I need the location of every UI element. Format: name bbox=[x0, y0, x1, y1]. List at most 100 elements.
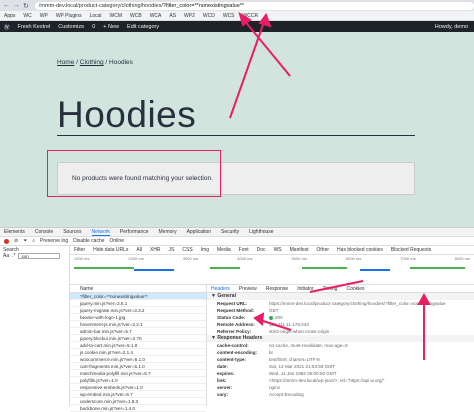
request-row[interactable]: woocommerce.min.js?ver=5.1.0 bbox=[70, 356, 206, 363]
wp-admin-bar: Ⓦ Fresh Kestrel Customize 0 + New Edit c… bbox=[0, 21, 474, 32]
detail-tab[interactable]: Preview bbox=[239, 285, 257, 292]
header-value: https://mmm-dev.local/product-category/c… bbox=[269, 300, 446, 307]
bookmark-item[interactable]: WCB bbox=[130, 13, 142, 19]
address-bar[interactable]: /mmm-dev.local/product-category/clothing… bbox=[34, 1, 474, 10]
filter-option[interactable]: Doc bbox=[257, 247, 266, 253]
detail-tab[interactable]: Response bbox=[266, 285, 289, 292]
request-row[interactable]: responsive-embeds.js?ver=1.0 bbox=[70, 384, 206, 391]
regex-toggle[interactable]: .* bbox=[12, 253, 15, 259]
clear-icon[interactable]: ⊘ bbox=[14, 238, 18, 244]
response-headers-section[interactable]: ▼ Response Headers bbox=[207, 335, 474, 342]
detail-tab[interactable]: Headers bbox=[211, 285, 230, 292]
preserve-log-checkbox[interactable]: Preserve log bbox=[40, 238, 68, 244]
header-key: content-encoding: bbox=[217, 350, 258, 355]
timeline-tick: 7000 ms bbox=[400, 256, 416, 261]
disable-cache-checkbox[interactable]: Disable cache bbox=[73, 238, 104, 244]
filter-option[interactable]: Filter bbox=[74, 247, 85, 253]
header-key: Referrer Policy: bbox=[217, 329, 252, 334]
request-row[interactable]: matchmedia-polyfill.min.js?ver=5.7 bbox=[70, 370, 206, 377]
request-row[interactable]: jquery.min.js?ver=3.5.1 bbox=[70, 300, 206, 307]
bookmark-item[interactable]: WCCR bbox=[243, 13, 259, 19]
devtools-tab[interactable]: Network bbox=[91, 229, 110, 236]
back-icon[interactable]: ← bbox=[3, 2, 10, 10]
devtools-tab[interactable]: Console bbox=[35, 229, 53, 235]
filter-option[interactable]: CSS bbox=[182, 247, 192, 253]
bookmark-item[interactable]: WCM bbox=[110, 13, 123, 19]
request-row[interactable]: backbone.min.js?ver=1.4.0 bbox=[70, 405, 206, 412]
bookmark-item[interactable]: AS bbox=[169, 13, 176, 19]
filter-option[interactable]: Blocked Requests bbox=[391, 247, 431, 253]
request-row[interactable]: add-to-cart.min.js?ver=5.1.0 bbox=[70, 342, 206, 349]
bookmark-item[interactable]: WP Plugins bbox=[56, 13, 82, 19]
header-value: nginx bbox=[269, 384, 280, 391]
header-value-text: Accept-Encoding bbox=[269, 392, 304, 397]
filter-option[interactable]: XHR bbox=[150, 247, 161, 253]
request-row[interactable]: jquery.blockui.min.js?ver=2.70 bbox=[70, 335, 206, 342]
comments-count[interactable]: 0 bbox=[92, 24, 95, 30]
general-section-header[interactable]: ▼ General bbox=[207, 293, 474, 300]
detail-tab[interactable]: Timing bbox=[323, 285, 338, 292]
header-key: Request URL: bbox=[217, 301, 248, 306]
edit-category-link[interactable]: Edit category bbox=[127, 24, 159, 30]
bookmark-item[interactable]: WCS bbox=[223, 13, 235, 19]
devtools-tab[interactable]: Elements bbox=[4, 229, 25, 235]
breadcrumb-home[interactable]: Home bbox=[57, 59, 74, 66]
header-value-text: strict-origin-when-cross-origin bbox=[269, 329, 330, 334]
forward-icon[interactable]: → bbox=[13, 2, 20, 10]
filter-option[interactable]: Hide data URLs bbox=[93, 247, 128, 253]
throttling-select[interactable]: Online bbox=[110, 238, 124, 244]
request-row[interactable]: hoverintent-js.min.js?ver=2.2.1 bbox=[70, 321, 206, 328]
request-row[interactable]: js.cookie.min.js?ver=2.1.4 bbox=[70, 349, 206, 356]
search-icon[interactable]: ⌕ bbox=[32, 238, 35, 244]
request-row[interactable]: beanie-with-logo-1.jpg bbox=[70, 314, 206, 321]
devtools-tab[interactable]: Sources bbox=[63, 229, 81, 235]
bookmark-item[interactable]: Local bbox=[90, 13, 102, 19]
howdy-user-menu[interactable]: Howdy, demo bbox=[435, 24, 474, 30]
wordpress-icon[interactable]: Ⓦ bbox=[4, 23, 10, 31]
bookmark-item[interactable]: WP2 bbox=[184, 13, 195, 19]
filter-option[interactable]: Other bbox=[317, 247, 330, 253]
filter-option[interactable]: WS bbox=[274, 247, 282, 253]
bookmark-item[interactable]: Apps bbox=[4, 13, 15, 19]
devtools-tab[interactable]: Application bbox=[187, 229, 211, 235]
new-content-link[interactable]: + New bbox=[103, 24, 119, 30]
record-icon[interactable] bbox=[4, 238, 9, 244]
breadcrumb-clothing[interactable]: Clothing bbox=[80, 59, 104, 66]
request-row[interactable]: polyfills.js?ver=1.0 bbox=[70, 377, 206, 384]
timeline-bar bbox=[210, 267, 240, 269]
filter-option[interactable]: Img bbox=[201, 247, 209, 253]
bookmark-item[interactable]: WP bbox=[40, 13, 48, 19]
devtools-tab[interactable]: Security bbox=[221, 229, 239, 235]
header-value-text: https://mmm-dev.local/product-category/c… bbox=[269, 301, 446, 306]
filter-option[interactable]: Media bbox=[217, 247, 231, 253]
request-row[interactable]: wp-embed.min.js?ver=5.7 bbox=[70, 391, 206, 398]
filter-option[interactable]: Manifest bbox=[290, 247, 309, 253]
devtools-tab[interactable]: Memory bbox=[159, 229, 177, 235]
match-case-toggle[interactable]: Aa bbox=[3, 253, 9, 259]
request-row[interactable]: cart-fragments.min.js?ver=5.1.0 bbox=[70, 363, 206, 370]
customize-link[interactable]: Customize bbox=[58, 24, 84, 30]
timeline-tick: 6000 ms bbox=[345, 256, 362, 261]
detail-tab[interactable]: Initiator bbox=[297, 285, 313, 292]
timeline-tick: 3000 ms bbox=[182, 256, 199, 261]
filter-icon[interactable]: ⏷ bbox=[23, 238, 27, 244]
filter-option[interactable]: All bbox=[136, 247, 142, 253]
bookmark-item[interactable]: WCD bbox=[203, 13, 215, 19]
detail-tab[interactable]: Cookies bbox=[346, 285, 364, 292]
devtools-tab[interactable]: Performance bbox=[120, 229, 149, 235]
bookmark-item[interactable]: WC bbox=[23, 13, 31, 19]
request-row[interactable]: underscore.min.js?ver=1.8.3 bbox=[70, 398, 206, 405]
request-row[interactable]: jquery-migrate.min.js?ver=3.3.2 bbox=[70, 307, 206, 314]
reload-icon[interactable]: ↻ bbox=[23, 2, 29, 10]
timeline-tick: 8000 ms bbox=[454, 256, 470, 261]
request-row[interactable]: ?filter_color=**nonexistingvalue** bbox=[70, 293, 206, 300]
filter-option[interactable]: JS bbox=[169, 247, 175, 253]
request-row[interactable]: admin-bar.min.js?ver=5.7 bbox=[70, 328, 206, 335]
devtools-tab[interactable]: Lighthouse bbox=[249, 229, 273, 235]
site-name-link[interactable]: Fresh Kestrel bbox=[18, 24, 51, 30]
name-column-header[interactable]: Name bbox=[70, 285, 206, 293]
filter-option[interactable]: Font bbox=[239, 247, 249, 253]
bookmark-item[interactable]: WCA bbox=[150, 13, 162, 19]
filter-option[interactable]: Has blocked cookies bbox=[337, 247, 383, 253]
search-input[interactable]: son bbox=[18, 253, 61, 259]
